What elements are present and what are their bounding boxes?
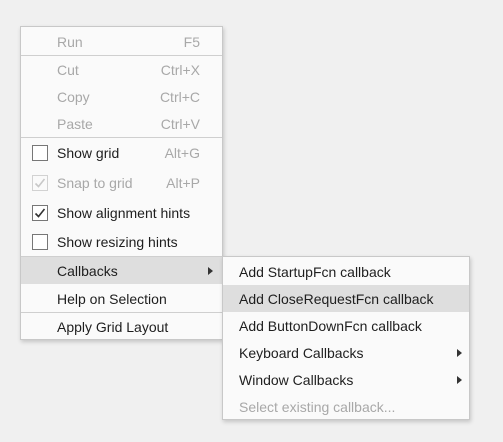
show-grid-label: Show grid [57, 145, 120, 161]
submenu-arrow-icon [208, 266, 213, 275]
menu-item-snap-to-grid[interactable]: Snap to grid Alt+P [21, 168, 222, 198]
show-resizing-hints-label: Show resizing hints [57, 234, 178, 250]
add-startup-label: Add StartupFcn callback [239, 263, 391, 280]
cut-shortcut: Ctrl+X [160, 61, 200, 78]
callbacks-submenu: Add StartupFcn callback Add CloseRequest… [222, 256, 470, 420]
menu-item-apply-grid-layout[interactable]: Apply Grid Layout [21, 313, 222, 340]
snap-to-grid-checkbox[interactable] [32, 175, 48, 191]
apply-grid-layout-label: Apply Grid Layout [57, 318, 169, 335]
cut-label: Cut [57, 61, 79, 78]
checkmark-icon [34, 208, 46, 218]
menu-item-show-grid[interactable]: Show grid Alt+G [21, 138, 222, 168]
submenu-item-add-closerequest[interactable]: Add CloseRequestFcn callback [223, 285, 469, 312]
callbacks-label: Callbacks [57, 262, 118, 279]
add-buttondown-label: Add ButtonDownFcn callback [239, 317, 422, 334]
show-grid-checkbox[interactable] [32, 145, 48, 161]
submenu-item-keyboard-callbacks[interactable]: Keyboard Callbacks [223, 339, 469, 366]
add-closerequest-label: Add CloseRequestFcn callback [239, 290, 434, 307]
menu-item-run[interactable]: Run F5 [21, 28, 222, 55]
keyboard-callbacks-label: Keyboard Callbacks [239, 344, 364, 361]
help-on-selection-label: Help on Selection [57, 290, 167, 307]
copy-label: Copy [57, 88, 90, 105]
submenu-item-select-existing[interactable]: Select existing callback... [223, 393, 469, 420]
submenu-item-add-buttondown[interactable]: Add ButtonDownFcn callback [223, 312, 469, 339]
select-existing-label: Select existing callback... [239, 398, 396, 415]
menu-item-show-resizing-hints[interactable]: Show resizing hints [21, 228, 222, 256]
show-grid-shortcut: Alt+G [164, 145, 200, 161]
menu-item-help-on-selection[interactable]: Help on Selection [21, 285, 222, 312]
checkmark-icon [34, 178, 46, 188]
snap-to-grid-shortcut: Alt+P [166, 175, 200, 191]
paste-shortcut: Ctrl+V [160, 115, 200, 132]
copy-shortcut: Ctrl+C [159, 88, 200, 105]
show-resizing-hints-checkbox[interactable] [32, 234, 48, 250]
submenu-arrow-icon [457, 375, 462, 384]
paste-label: Paste [57, 115, 93, 132]
show-alignment-hints-label: Show alignment hints [57, 205, 191, 221]
snap-to-grid-label: Snap to grid [57, 175, 133, 191]
show-alignment-hints-checkbox[interactable] [32, 205, 48, 221]
submenu-item-window-callbacks[interactable]: Window Callbacks [223, 366, 469, 393]
submenu-item-add-startup[interactable]: Add StartupFcn callback [223, 258, 469, 285]
context-menu: Run F5 Cut Ctrl+X Copy Ctrl+C Paste Ctrl… [20, 26, 223, 340]
menu-item-show-alignment-hints[interactable]: Show alignment hints [21, 198, 222, 228]
menu-item-paste[interactable]: Paste Ctrl+V [21, 110, 222, 137]
window-callbacks-label: Window Callbacks [239, 371, 354, 388]
menu-item-cut[interactable]: Cut Ctrl+X [21, 56, 222, 83]
menu-item-copy[interactable]: Copy Ctrl+C [21, 83, 222, 110]
submenu-arrow-icon [457, 348, 462, 357]
run-label: Run [57, 33, 83, 50]
menu-item-callbacks[interactable]: Callbacks [21, 257, 222, 284]
run-shortcut: F5 [183, 33, 200, 50]
